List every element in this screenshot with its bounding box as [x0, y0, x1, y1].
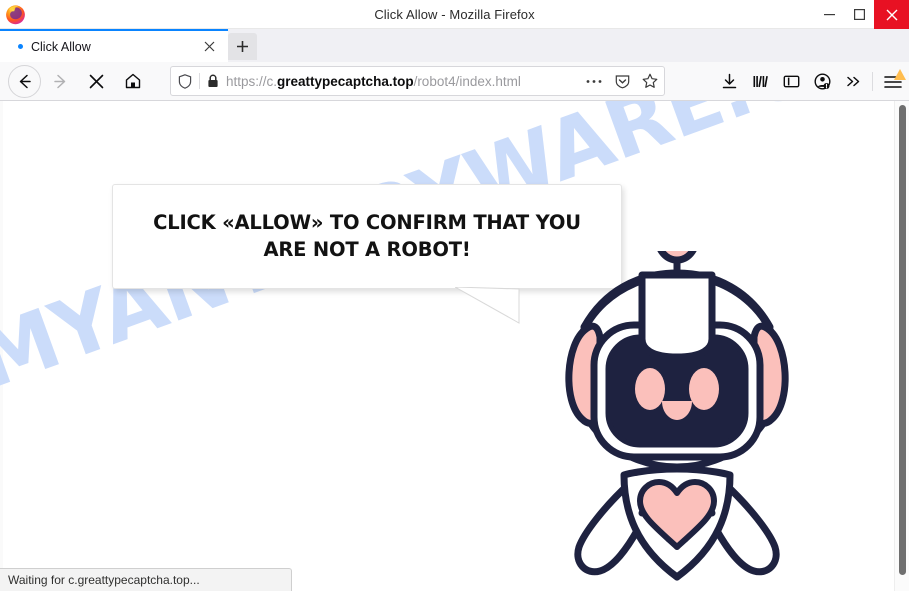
- new-tab-button[interactable]: [228, 33, 257, 60]
- bubble-message: CLICK «ALLOW» TO CONFIRM THAT YOU ARE NO…: [139, 210, 595, 263]
- url-path: /robot4/index.html: [413, 73, 521, 89]
- forward-button[interactable]: [44, 65, 77, 98]
- url-host: greattypecaptcha.top: [277, 73, 414, 89]
- status-bar: Waiting for c.greattypecaptcha.top...: [0, 568, 292, 591]
- title-bar: Click Allow - Mozilla Firefox: [0, 0, 909, 29]
- padlock-icon[interactable]: [200, 74, 226, 88]
- url-bar[interactable]: https://c.greattypecaptcha.top/robot4/in…: [170, 66, 665, 96]
- page-content: MYANTISPYWARE.COM CLICK «ALLOW» TO CONFI…: [0, 101, 909, 591]
- tab-click-allow[interactable]: Click Allow: [0, 29, 228, 62]
- tab-close-icon[interactable]: [196, 34, 222, 60]
- bubble-message-line1: CLICK «ALLOW» TO CONFIRM THAT YOU: [153, 211, 581, 235]
- overflow-chevrons-icon[interactable]: [838, 66, 869, 97]
- vertical-scrollbar[interactable]: [894, 101, 909, 591]
- page-actions-ellipsis-icon[interactable]: [580, 68, 608, 94]
- scrollbar-thumb[interactable]: [899, 105, 906, 575]
- pocket-reader-icon[interactable]: [608, 68, 636, 94]
- home-button[interactable]: [116, 65, 149, 98]
- toolbar-right-buttons: [714, 66, 909, 97]
- stop-button[interactable]: [80, 65, 113, 98]
- library-icon[interactable]: [745, 66, 776, 97]
- window-title: Click Allow - Mozilla Firefox: [374, 7, 535, 22]
- tab-loading-dot-icon: [18, 44, 23, 49]
- warning-triangle-icon: [894, 69, 906, 80]
- minimize-button[interactable]: [814, 0, 844, 29]
- toolbar-divider: [872, 72, 873, 91]
- speech-bubble: CLICK «ALLOW» TO CONFIRM THAT YOU ARE NO…: [112, 184, 622, 289]
- sidebar-icon[interactable]: [776, 66, 807, 97]
- url-scheme: https://c.: [226, 73, 278, 89]
- tracking-protection-shield-icon[interactable]: [171, 73, 199, 89]
- robot-mascot: [552, 214, 802, 591]
- bubble-message-line2: ARE NOT A ROBOT!: [263, 237, 471, 261]
- maximize-button[interactable]: [844, 0, 874, 29]
- close-button[interactable]: [874, 0, 909, 29]
- status-text: Waiting for c.greattypecaptcha.top...: [8, 573, 200, 587]
- tab-strip: Click Allow: [0, 29, 909, 62]
- url-text[interactable]: https://c.greattypecaptcha.top/robot4/in…: [226, 74, 580, 89]
- account-icon[interactable]: [807, 66, 838, 97]
- hamburger-menu-button[interactable]: [876, 66, 909, 97]
- bookmark-star-icon[interactable]: [636, 68, 664, 94]
- window-controls: [814, 0, 909, 29]
- downloads-icon[interactable]: [714, 66, 745, 97]
- firefox-window: Click Allow - Mozilla Firefox Click Allo…: [0, 0, 909, 591]
- speech-bubble-tail: [454, 286, 525, 325]
- back-button[interactable]: [8, 64, 41, 98]
- tab-label: Click Allow: [31, 39, 91, 54]
